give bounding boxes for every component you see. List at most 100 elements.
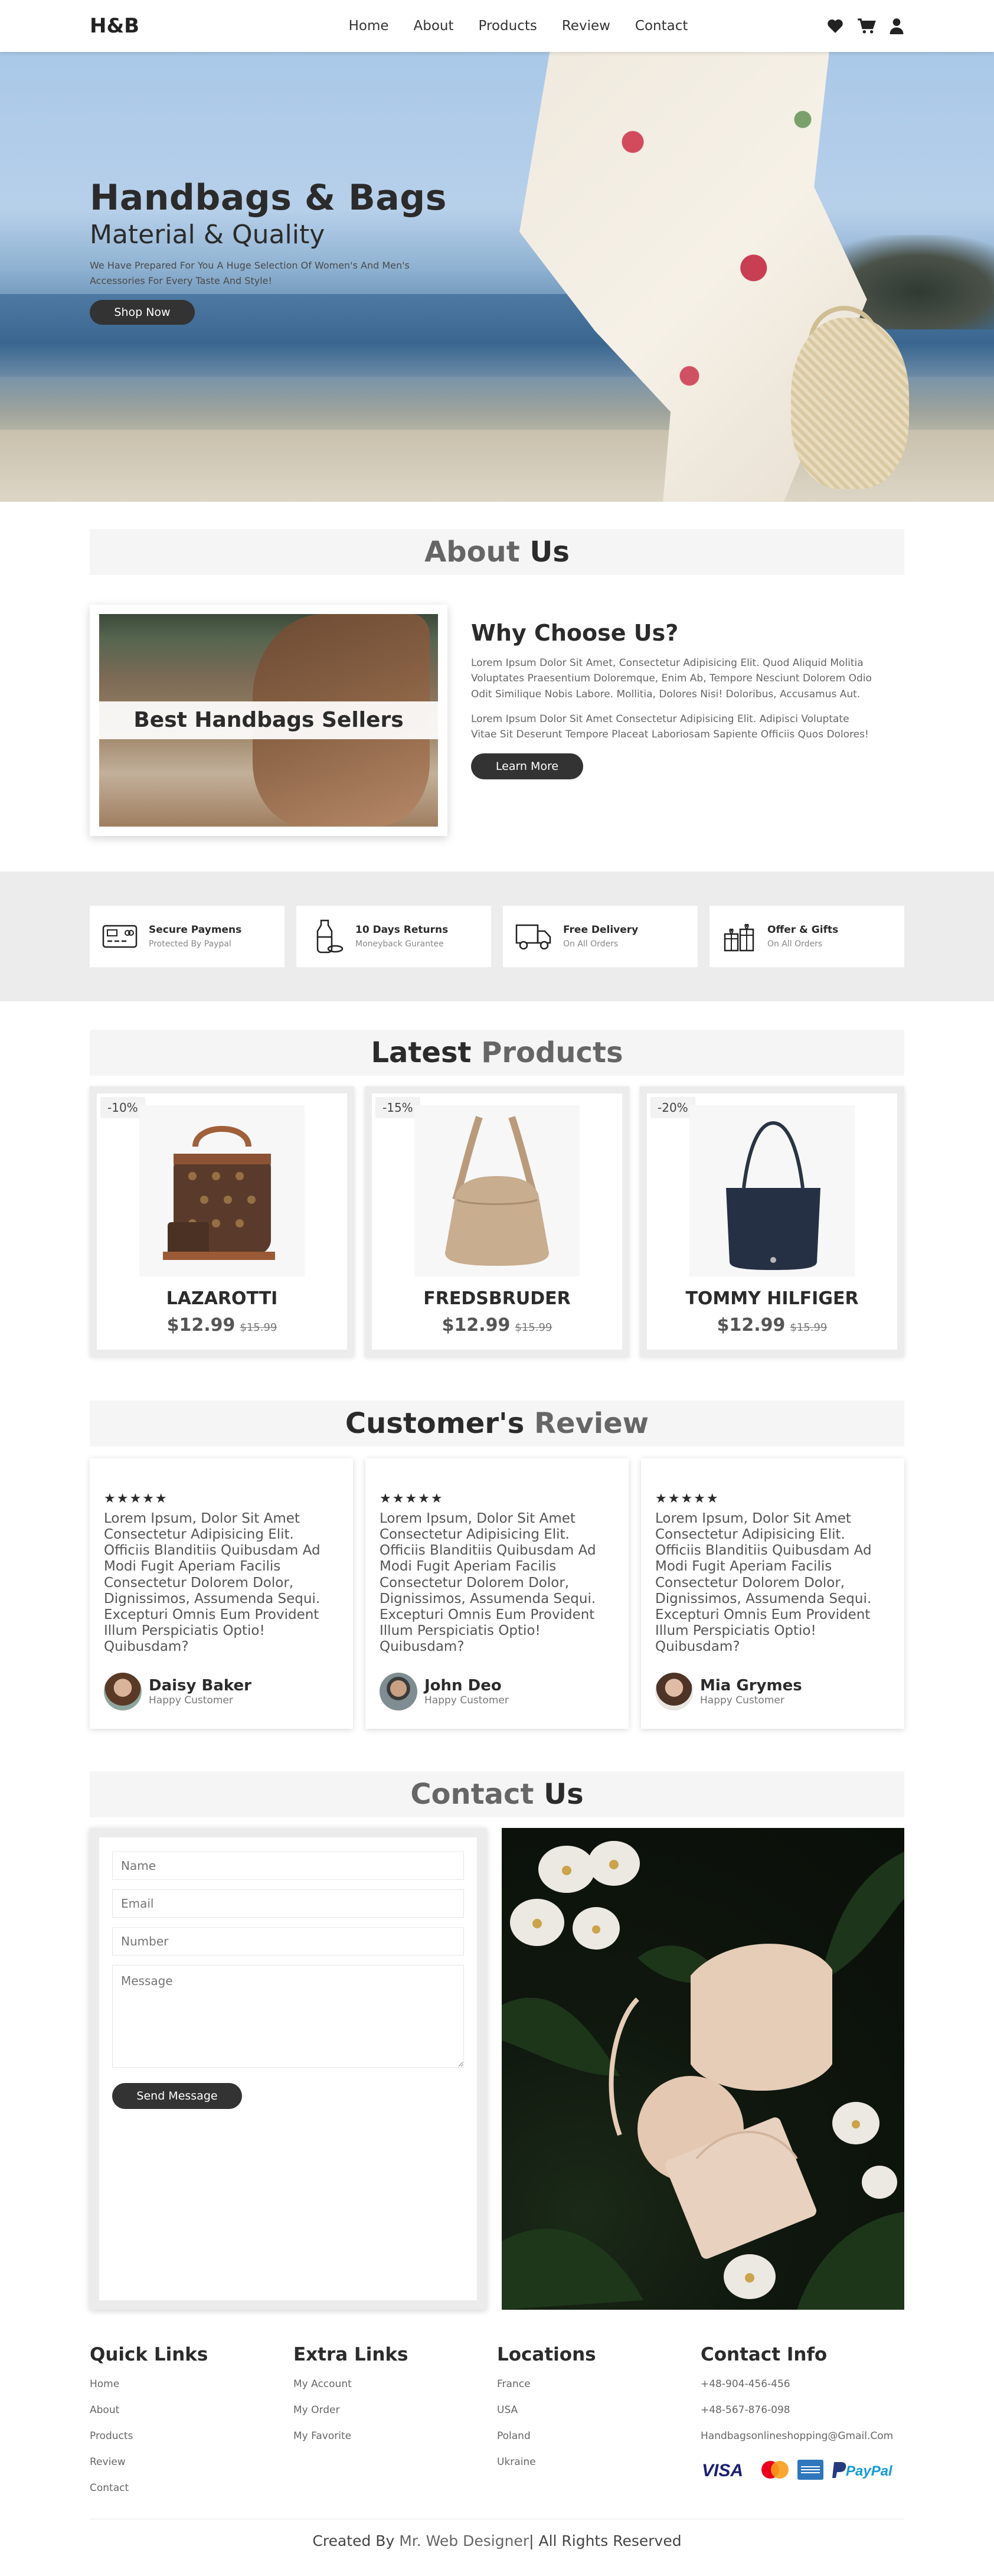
footer-link-favorite[interactable]: My Favorite bbox=[293, 2430, 497, 2456]
reviewer-role: Happy Customer bbox=[700, 1695, 784, 1707]
footer-link-contact[interactable]: Contact bbox=[90, 2482, 293, 2508]
products-heading: Latest Products bbox=[90, 1030, 904, 1076]
nav-review[interactable]: Review bbox=[562, 18, 610, 34]
footer-heading: Quick Links bbox=[90, 2344, 208, 2365]
message-field[interactable] bbox=[112, 1965, 464, 2068]
heading-word-a: Customer's bbox=[345, 1407, 525, 1440]
nav-products[interactable]: Products bbox=[479, 18, 537, 34]
footer-heading: Contact Info bbox=[701, 2344, 828, 2365]
product-price: $12.99 $15.99 bbox=[647, 1315, 897, 1336]
avatar bbox=[104, 1673, 142, 1711]
footer-link-account[interactable]: My Account bbox=[293, 2378, 497, 2404]
product-name: TOMMY HILFIGER bbox=[685, 1288, 859, 1309]
review-text: Lorem Ipsum, Dolor Sit Amet Consectetur … bbox=[655, 1511, 872, 1654]
product-image bbox=[139, 1105, 305, 1276]
card-icon bbox=[102, 925, 138, 948]
reviewer-name: Daisy Baker bbox=[149, 1677, 251, 1695]
footer-link-products[interactable]: Products bbox=[90, 2430, 293, 2456]
star-rating: ★★★★★ bbox=[104, 1491, 168, 1506]
review-card: ★★★★★ Lorem Ipsum, Dolor Sit Amet Consec… bbox=[365, 1458, 629, 1729]
hero-wicker-bag bbox=[791, 318, 909, 489]
product-price: $12.99 $15.99 bbox=[372, 1315, 622, 1336]
heart-icon[interactable] bbox=[826, 18, 844, 34]
discount-badge: -20% bbox=[650, 1097, 695, 1118]
credit-prefix: Created By bbox=[312, 2532, 395, 2549]
visa-icon: VISA bbox=[702, 2461, 743, 2480]
heading-word-b: Us bbox=[529, 536, 570, 569]
contact-form: Send Message bbox=[90, 1828, 486, 2310]
shop-now-button[interactable]: Shop Now bbox=[90, 300, 195, 325]
number-field[interactable] bbox=[112, 1927, 464, 1955]
feature-returns: 10 Days Returns Moneyback Gurantee bbox=[296, 906, 491, 967]
heading-word-b: Us bbox=[544, 1778, 584, 1811]
feature-subtitle: On All Orders bbox=[563, 939, 619, 949]
product-card[interactable]: -20% TOMMY HILFIGER $12.99 $15.99 bbox=[640, 1086, 904, 1357]
logo[interactable]: H&B bbox=[90, 14, 139, 38]
email-link[interactable]: Handbagsonlineshopping@Gmail.Com bbox=[701, 2430, 904, 2456]
location-ukraine[interactable]: Ukraine bbox=[497, 2456, 701, 2482]
location-france[interactable]: France bbox=[497, 2378, 701, 2404]
heading-word-a: About bbox=[424, 536, 520, 569]
footer-heading: Locations bbox=[497, 2344, 596, 2365]
nav-contact[interactable]: Contact bbox=[635, 18, 688, 34]
footer-heading: Extra Links bbox=[293, 2344, 408, 2365]
about-section: About Us Best Handbags Sellers Why Choos… bbox=[90, 502, 904, 836]
old-price: $15.99 bbox=[515, 1321, 552, 1334]
nav-about[interactable]: About bbox=[414, 18, 454, 34]
copyright: Created By Mr. Web Designer| All Rights … bbox=[90, 2519, 904, 2566]
feature-title: Secure Paymens bbox=[149, 924, 242, 936]
location-usa[interactable]: USA bbox=[497, 2404, 701, 2430]
feature-subtitle: Moneyback Gurantee bbox=[355, 939, 444, 949]
product-price: $12.99 $15.99 bbox=[97, 1315, 347, 1336]
features-strip: Secure Paymens Protected By Paypal 10 Day… bbox=[0, 871, 994, 1001]
contact-heading: Contact Us bbox=[90, 1771, 904, 1817]
extra-links: Extra Links My Account My Order My Favor… bbox=[293, 2344, 497, 2508]
product-image bbox=[414, 1105, 580, 1276]
contact-section: Contact Us Send Message bbox=[90, 1729, 904, 2310]
phone-1[interactable]: +48-904-456-456 bbox=[701, 2378, 904, 2404]
footer-link-review[interactable]: Review bbox=[90, 2456, 293, 2482]
reviews-heading: Customer's Review bbox=[90, 1400, 904, 1447]
credit-suffix: | All Rights Reserved bbox=[529, 2532, 682, 2549]
locations: Locations France USA Poland Ukraine bbox=[497, 2344, 701, 2508]
nav-home[interactable]: Home bbox=[349, 18, 389, 34]
product-card[interactable]: -15% FREDSBRUDER $12.99 $15.99 bbox=[365, 1086, 629, 1357]
header-icons bbox=[826, 18, 904, 34]
current-price: $12.99 bbox=[166, 1315, 236, 1336]
designer-link[interactable]: Mr. Web Designer bbox=[399, 2532, 529, 2549]
location-poland[interactable]: Poland bbox=[497, 2430, 701, 2456]
name-field[interactable] bbox=[112, 1852, 464, 1880]
phone-2[interactable]: +48-567-876-098 bbox=[701, 2404, 904, 2430]
cart-icon[interactable] bbox=[857, 18, 876, 34]
heading-word-a: Latest bbox=[371, 1036, 472, 1069]
reviews-section: Customer's Review ★★★★★ Lorem Ipsum, Dol… bbox=[90, 1357, 904, 1729]
heading-word-b: Products bbox=[481, 1036, 623, 1069]
learn-more-button[interactable]: Learn More bbox=[471, 753, 583, 779]
hero-text: Handbags & Bags Material & Quality We Ha… bbox=[90, 177, 456, 325]
feature-title: Free Delivery bbox=[563, 924, 639, 936]
feature-subtitle: Protected By Paypal bbox=[149, 939, 231, 949]
payment-methods: VISA PayPal bbox=[701, 2460, 904, 2480]
product-card[interactable]: -10% LAZAROTTI $12.99 $15.99 bbox=[90, 1086, 354, 1357]
review-card: ★★★★★ Lorem Ipsum, Dolor Sit Amet Consec… bbox=[90, 1458, 353, 1729]
send-message-button[interactable]: Send Message bbox=[112, 2083, 242, 2109]
reviewer-name: John Deo bbox=[424, 1677, 502, 1695]
visa-text: VISA bbox=[702, 2461, 743, 2480]
amex-icon bbox=[797, 2460, 823, 2480]
heading-word-a: Contact bbox=[410, 1778, 534, 1811]
product-name: FREDSBRUDER bbox=[423, 1288, 571, 1309]
email-field[interactable] bbox=[112, 1889, 464, 1918]
hero-title: Handbags & Bags bbox=[90, 177, 447, 218]
current-price: $12.99 bbox=[442, 1315, 511, 1336]
footer-link-home[interactable]: Home bbox=[90, 2378, 293, 2404]
discount-badge: -10% bbox=[100, 1097, 145, 1118]
bottle-icon bbox=[316, 919, 344, 954]
quick-links: Quick Links Home About Products Review C… bbox=[90, 2344, 293, 2508]
product-name: LAZAROTTI bbox=[166, 1288, 278, 1309]
review-text: Lorem Ipsum, Dolor Sit Amet Consectetur … bbox=[104, 1511, 321, 1654]
product-image bbox=[689, 1105, 855, 1276]
footer-link-order[interactable]: My Order bbox=[293, 2404, 497, 2430]
contact-info: Contact Info +48-904-456-456 +48-567-876… bbox=[701, 2344, 904, 2508]
user-icon[interactable] bbox=[889, 18, 904, 34]
footer-link-about[interactable]: About bbox=[90, 2404, 293, 2430]
